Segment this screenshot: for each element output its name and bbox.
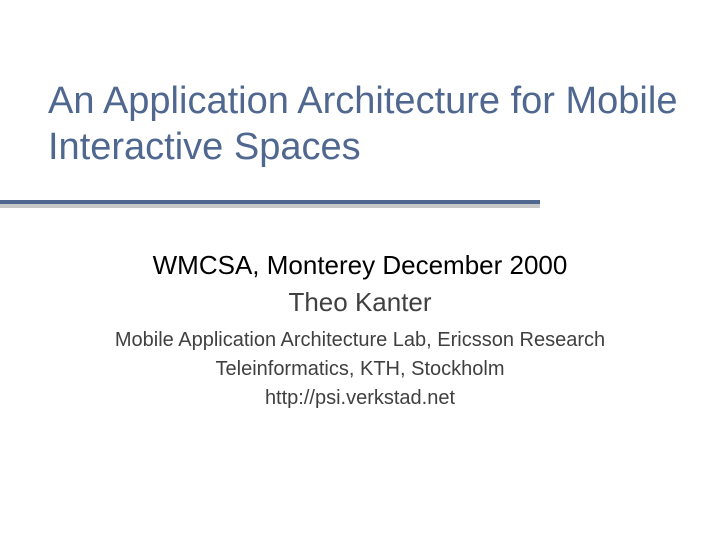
content-area: WMCSA, Monterey December 2000 Theo Kante… xyxy=(0,248,720,413)
slide: An Application Architecture for Mobile I… xyxy=(0,0,720,540)
detail-url: http://psi.verkstad.net xyxy=(0,384,720,413)
divider-shadow xyxy=(0,204,540,208)
subtitle-conference: WMCSA, Monterey December 2000 xyxy=(0,248,720,283)
detail-affiliation-2: Teleinformatics, KTH, Stockholm xyxy=(0,355,720,384)
divider-line xyxy=(0,200,540,204)
slide-title: An Application Architecture for Mobile I… xyxy=(48,78,700,171)
divider-bar xyxy=(0,200,540,204)
subtitle-author: Theo Kanter xyxy=(0,285,720,320)
detail-affiliation-1: Mobile Application Architecture Lab, Eri… xyxy=(0,326,720,355)
title-area: An Application Architecture for Mobile I… xyxy=(48,78,700,171)
